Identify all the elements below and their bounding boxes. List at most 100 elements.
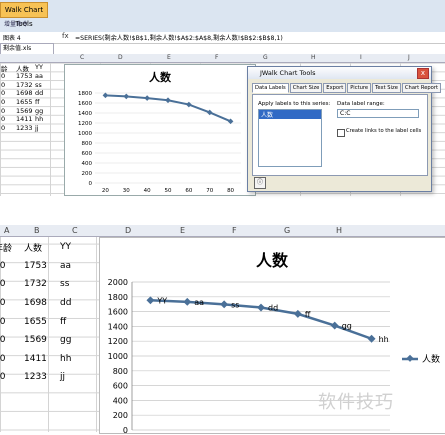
col-header: I xyxy=(360,54,362,61)
table-cell[interactable]: 0 xyxy=(1,89,13,98)
table-cell[interactable]: ss xyxy=(35,81,49,90)
chart-title: 人数 xyxy=(149,70,172,84)
small-chart[interactable]: 人数 1800 1600 1400 1200 1000 800 600 400 200 0 20 30 4… xyxy=(64,64,256,196)
links-checkbox[interactable] xyxy=(337,129,345,137)
data-point xyxy=(144,95,150,101)
table-cell[interactable]: ss xyxy=(60,279,100,289)
chart-tools-tab[interactable]: Walk Chart Tools xyxy=(0,2,48,28)
bottom-table: 年龄人数YY 201753aa 301732ss 401698dd 501655ff 60… xyxy=(0,238,100,387)
dialog-tabs: Data Labels Chart Size Export Picture Te… xyxy=(252,83,442,93)
table-cell[interactable]: 20 xyxy=(0,261,24,271)
table-cell[interactable]: 1233 xyxy=(16,124,33,133)
workbook-tab[interactable]: 剩余值.xls xyxy=(0,43,54,54)
tab-data-labels[interactable]: Data Labels xyxy=(252,83,289,93)
bottom-column-headers: A B C D E F G H xyxy=(0,225,445,237)
table-cell[interactable]: 0 xyxy=(1,98,13,107)
table-cell[interactable]: aa xyxy=(60,261,100,271)
y-tick-label: 600 xyxy=(82,151,93,157)
fx-icon[interactable]: fx xyxy=(62,32,69,40)
table-row: 0 1233 jj xyxy=(1,124,49,133)
y-tick-label: 2000 xyxy=(108,278,128,287)
range-label: Data label range: xyxy=(337,101,385,107)
table-cell[interactable]: dd xyxy=(60,298,100,308)
table-cell[interactable]: 1569 xyxy=(24,335,60,345)
y-tick-label: 400 xyxy=(113,396,128,405)
watermark: 软件技巧 xyxy=(318,392,394,413)
tab-chart-size[interactable]: Chart Size xyxy=(289,83,323,93)
header-cell[interactable]: 人数 xyxy=(24,241,60,254)
table-cell[interactable]: 50 xyxy=(0,317,24,327)
table-cell[interactable]: 1698 xyxy=(24,298,60,308)
table-cell[interactable]: ff xyxy=(35,98,49,107)
table-row: 801233jj xyxy=(0,368,100,387)
table-cell[interactable]: 0 xyxy=(1,124,13,133)
table-cell[interactable]: aa xyxy=(35,72,49,81)
table-cell[interactable]: 30 xyxy=(0,279,24,289)
table-cell[interactable]: 1732 xyxy=(16,81,33,90)
ribbon xyxy=(0,0,445,33)
series-listbox[interactable]: 人数 xyxy=(258,109,322,167)
formula-bar: 图表 4 fx =SERIES(剩余人数!$B$1,剩余人数!$A$2:$A$8… xyxy=(0,32,445,44)
data-point xyxy=(102,92,109,99)
col-header: B xyxy=(34,226,40,235)
y-tick-label: 1800 xyxy=(78,91,92,97)
table-cell[interactable]: 70 xyxy=(0,354,24,364)
table-cell[interactable]: gg xyxy=(60,335,100,345)
y-tick-label: 200 xyxy=(113,411,128,420)
data-point xyxy=(227,118,234,125)
dialog-panel: Apply labels to this series: 人数 Data lab… xyxy=(252,94,428,176)
table-cell[interactable]: 0 xyxy=(1,115,13,124)
data-point xyxy=(165,97,171,104)
table-cell[interactable]: 1569 xyxy=(16,107,33,116)
name-box[interactable]: 图表 4 xyxy=(3,33,21,42)
y-tick-label: 0 xyxy=(89,181,93,187)
col-header: E xyxy=(180,226,186,235)
table-cell[interactable]: 0 xyxy=(1,107,13,116)
top-column-headers: C D E F G H I J xyxy=(0,54,445,63)
table-cell[interactable]: gg xyxy=(35,107,49,116)
table-cell[interactable]: 0 xyxy=(1,72,13,81)
apply-label: Apply labels to this series: xyxy=(258,101,331,107)
ribbon-group-label: 增量命令 xyxy=(4,21,29,28)
table-cell[interactable]: 1233 xyxy=(24,372,60,382)
table-cell[interactable]: hh xyxy=(60,354,100,364)
table-cell[interactable]: 1698 xyxy=(16,89,33,98)
col-header: J xyxy=(408,54,410,61)
data-point xyxy=(257,303,265,312)
header-cell[interactable]: YY xyxy=(60,242,100,252)
tab-text-size[interactable]: Text Size xyxy=(372,83,401,93)
table-cell[interactable]: 1732 xyxy=(24,279,60,289)
col-header: C xyxy=(80,54,85,61)
table-cell[interactable]: 40 xyxy=(0,298,24,308)
table-cell[interactable]: jj xyxy=(35,124,49,133)
info-icon[interactable]: ⓘ xyxy=(254,177,266,189)
table-cell[interactable]: 1411 xyxy=(16,115,33,124)
table-cell[interactable]: 1655 xyxy=(24,317,60,327)
formula-input[interactable]: =SERIES(剩余人数!$B$1,剩余人数!$A$2:$A$8,剩余人数!$B… xyxy=(75,33,283,42)
table-cell[interactable]: 60 xyxy=(0,335,24,345)
table-cell[interactable]: hh xyxy=(35,115,49,124)
table-cell[interactable]: 1411 xyxy=(24,354,60,364)
table-cell[interactable]: 80 xyxy=(0,372,24,382)
table-cell[interactable]: ff xyxy=(60,317,100,327)
table-cell[interactable]: 0 xyxy=(1,81,13,90)
tab-chart-report[interactable]: Chart Report xyxy=(401,83,442,93)
y-tick-label: 1600 xyxy=(108,308,128,317)
table-cell[interactable]: 1655 xyxy=(16,98,33,107)
table-cell[interactable]: jj xyxy=(60,372,100,382)
close-icon[interactable]: x xyxy=(417,68,429,79)
table-cell[interactable]: dd xyxy=(35,89,49,98)
table-cell[interactable]: 1753 xyxy=(16,72,33,81)
data-point xyxy=(206,109,213,116)
x-tick-label: 20 xyxy=(102,188,109,194)
y-tick-label: 1400 xyxy=(108,322,128,331)
table-cell[interactable]: 1753 xyxy=(24,261,60,271)
y-tick-label: 1800 xyxy=(108,293,128,302)
tab-export[interactable]: Export xyxy=(323,83,347,93)
range-input[interactable]: C:C xyxy=(337,109,419,118)
tab-picture[interactable]: Picture xyxy=(347,83,372,93)
y-tick-label: 1400 xyxy=(78,111,92,117)
y-tick-label: 1200 xyxy=(108,337,128,346)
header-cell[interactable]: 年龄 xyxy=(0,241,24,254)
series-list-item[interactable]: 人数 xyxy=(259,110,321,119)
